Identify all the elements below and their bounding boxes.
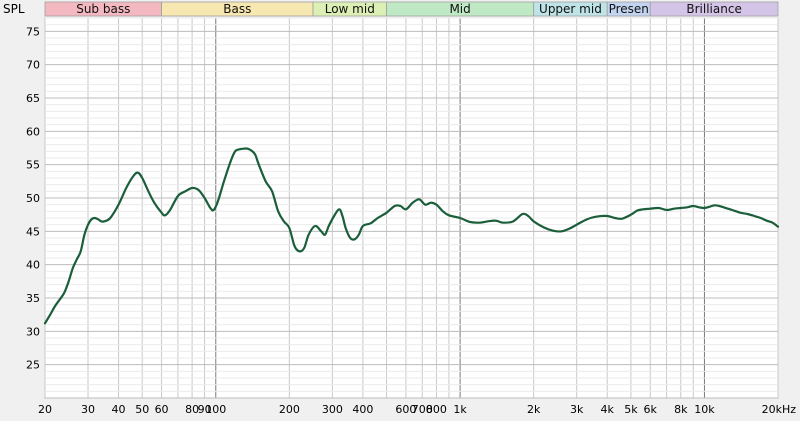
x-tick-label: 300	[322, 403, 343, 416]
band-label: Mid	[449, 2, 470, 16]
y-tick-label: 70	[26, 59, 40, 72]
x-tick-label: 20	[38, 403, 52, 416]
y-tick-label: 25	[26, 359, 40, 372]
y-axis-ticks: 25 30 35 40 45 50 55 60 65 70 75	[26, 25, 40, 371]
x-tick-label: 60	[155, 403, 169, 416]
x-tick-label: 6k	[644, 403, 658, 416]
band-label: Low mid	[325, 2, 375, 16]
x-tick-label: 5k	[624, 403, 638, 416]
y-tick-label: 35	[26, 292, 40, 305]
frequency-bands: Sub bass Bass Low mid Mid Upper mid Presen Bri…	[44, 1, 779, 17]
y-tick-label: 65	[26, 92, 40, 105]
x-tick-label: 800	[426, 403, 447, 416]
x-tick-label: 30	[81, 403, 95, 416]
x-tick-label: 40	[112, 403, 126, 416]
band-label: Upper mid	[539, 2, 602, 16]
y-tick-label: 40	[26, 259, 40, 272]
x-tick-label: 8k	[674, 403, 688, 416]
x-tick-label: 100	[205, 403, 226, 416]
x-tick-label: 400	[352, 403, 373, 416]
x-tick-label: 1k	[453, 403, 467, 416]
band-label: Sub bass	[76, 2, 130, 16]
y-tick-label: 50	[26, 192, 40, 205]
band-label: Presen	[609, 2, 649, 16]
y-tick-label: 45	[26, 225, 40, 238]
band-label: Bass	[223, 2, 251, 16]
y-tick-label: 60	[26, 125, 40, 138]
y-tick-label: 75	[26, 25, 40, 38]
y-tick-label: 30	[26, 325, 40, 338]
plot-area	[44, 17, 779, 399]
band-label: Brilliance	[686, 2, 741, 16]
y-tick-label: 55	[26, 159, 40, 172]
x-tick-label: 50	[135, 403, 149, 416]
x-tick-label: 200	[279, 403, 300, 416]
y-axis-label: SPL	[3, 2, 25, 16]
x-tick-label: 4k	[601, 403, 615, 416]
frequency-response-chart: SPL Sub bass Bass Low mid Mid Upper mid Prese…	[3, 1, 796, 416]
x-tick-label: 2k	[527, 403, 541, 416]
x-tick-label: 20kHz	[762, 403, 797, 416]
x-tick-label: 10k	[694, 403, 715, 416]
x-tick-label: 3k	[570, 403, 584, 416]
x-axis-ticks: 20 30 40 50 60 8090100 200 300 400 600700800 1k 2k 3…	[38, 403, 796, 416]
